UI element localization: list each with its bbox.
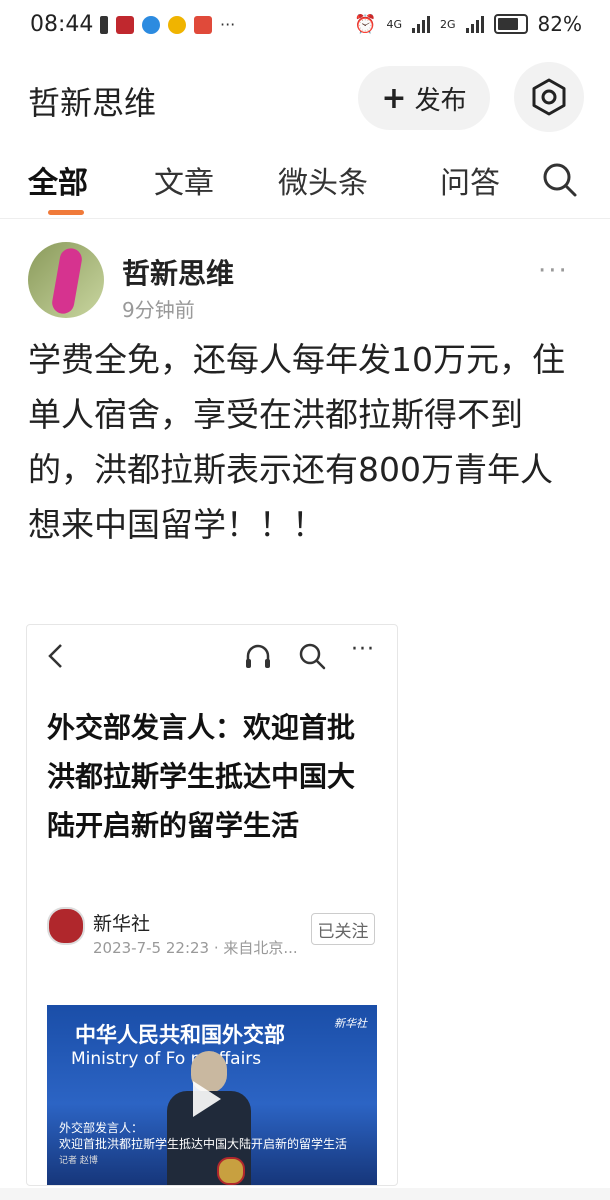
tab-articles[interactable]: 文章	[154, 158, 214, 202]
search-icon[interactable]	[297, 641, 327, 671]
video-thumbnail[interactable]: 中华人民共和国外交部 Ministry of Fo n Affairs 新华社 …	[47, 1005, 377, 1185]
content-tabs: 全部 文章 微头条 问答	[0, 150, 610, 219]
source-meta: 2023-7-5 22:23 · 来自北京...	[93, 939, 298, 957]
plus-icon: +	[381, 80, 407, 116]
video-caption-subtitle: 欢迎首批洪都拉斯学生抵达中国大陆开启新的留学生活	[59, 1137, 348, 1151]
battery-icon	[493, 14, 528, 34]
publish-label: 发布	[414, 85, 467, 116]
embedded-article-card[interactable]: ··· 外交部发言人：欢迎首批洪都拉斯学生抵达中国大陆开启新的留学生活 新华社 …	[26, 624, 398, 1186]
video-banner-cn: 中华人民共和国外交部	[75, 1023, 285, 1047]
alarm-icon: ⏰	[354, 13, 377, 35]
article-toolbar: ···	[27, 625, 397, 685]
national-emblem-icon	[217, 1157, 245, 1185]
video-caption-reporter: 记者 赵博	[59, 1156, 98, 1166]
post-text: 学费全免，还每人每年发10万元，住单人宿舍，享受在洪都拉斯得不到的，洪都拉斯表示…	[28, 340, 565, 544]
browser-icon	[142, 15, 160, 34]
network-4g-label: 4G	[386, 17, 403, 31]
page-title: 哲新思维	[28, 84, 157, 122]
source-name[interactable]: 新华社	[93, 909, 150, 936]
status-time: 08:44	[30, 12, 94, 37]
headphones-icon[interactable]	[243, 641, 273, 671]
article-title[interactable]: 外交部发言人：欢迎首批洪都拉斯学生抵达中国大陆开启新的留学生活	[47, 703, 377, 850]
network-2g-label: 2G	[440, 17, 456, 31]
signal-icon	[412, 15, 431, 33]
app-notification-icon	[116, 15, 134, 34]
follow-button[interactable]: 已关注	[311, 913, 375, 945]
publish-button[interactable]: + 发布	[358, 66, 490, 130]
battery-level: 82%	[537, 12, 582, 36]
play-icon[interactable]	[193, 1081, 221, 1117]
back-icon[interactable]	[43, 641, 69, 671]
tab-all[interactable]: 全部	[28, 158, 88, 202]
avatar[interactable]	[28, 242, 104, 318]
notification-icons: ···	[100, 15, 235, 34]
more-icon[interactable]: ···	[351, 637, 375, 662]
video-brand-logo: 新华社	[334, 1017, 367, 1030]
post-time: 9分钟前	[122, 298, 195, 322]
more-options-icon[interactable]: ···	[538, 256, 569, 286]
post-author[interactable]: 哲新思维	[122, 252, 234, 292]
weibo-icon	[168, 15, 186, 34]
signal-icon-2	[465, 15, 484, 33]
active-tab-indicator	[48, 210, 84, 215]
search-icon[interactable]	[540, 160, 580, 200]
tab-micro-headlines[interactable]: 微头条	[278, 158, 368, 202]
trend-icon	[194, 15, 212, 34]
hexagon-settings-icon	[532, 78, 566, 116]
source-avatar[interactable]	[47, 907, 85, 945]
status-bar: 08:44 ··· ⏰ 4G 2G 82%	[0, 0, 610, 48]
tab-qa[interactable]: 问答	[440, 158, 500, 202]
bottom-bar-edge	[0, 1188, 610, 1200]
video-caption-title: 外交部发言人：	[59, 1121, 144, 1135]
profile-header: 哲新思维 + 发布	[0, 48, 610, 148]
sim-icon	[100, 15, 108, 34]
settings-button[interactable]	[514, 62, 584, 132]
more-notifications-icon: ···	[220, 15, 236, 34]
